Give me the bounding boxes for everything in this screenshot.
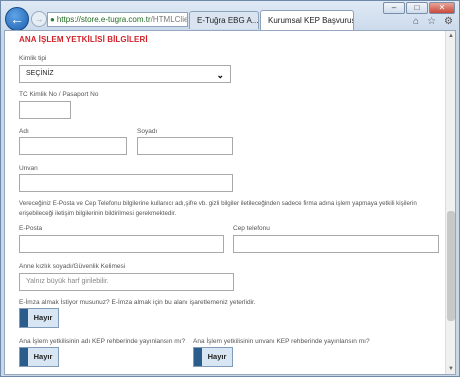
close-button[interactable]: ✕ xyxy=(429,2,455,14)
tab-label: Kurumsal KEP Başvurusu xyxy=(268,16,354,25)
lock-icon: ● xyxy=(50,15,55,24)
vertical-scrollbar[interactable]: ▲ ▼ xyxy=(445,31,455,374)
section-title: ANA İŞLEM YETKİLİSİ BİLGİLERİ xyxy=(19,35,148,44)
first-name-input[interactable] xyxy=(19,137,127,155)
url-host: https://store.e-tugra.com.tr xyxy=(56,15,151,24)
title-label: Unvan xyxy=(19,165,38,172)
browser-window: – □ ✕ ← → ● https://store.e-tugra.com.tr… xyxy=(0,0,460,377)
info-text: Vereceğiniz E-Posta ve Cep Telefonu bilg… xyxy=(19,200,417,217)
back-arrow-icon[interactable]: ← xyxy=(5,7,29,31)
esign-label: E-İmza almak İstiyor musunuz? E-İmza alm… xyxy=(19,299,256,306)
last-name-label: Soyadı xyxy=(137,128,158,135)
url-path: /HTMLClier xyxy=(150,15,188,24)
toggle-knob xyxy=(20,309,28,327)
tab-kep-basvurusu[interactable]: Kurumsal KEP Başvurusu ✕ xyxy=(260,10,354,30)
scroll-down-icon[interactable]: ▼ xyxy=(446,364,455,374)
publish-title-label: Ana İşlem yetkilisinin unvanı KEP rehber… xyxy=(193,338,370,345)
email-label: E-Posta xyxy=(19,225,43,232)
last-name-input[interactable] xyxy=(137,137,233,155)
tc-no-label: TC Kimlik No / Pasaport No xyxy=(19,91,99,98)
scrollbar-thumb[interactable] xyxy=(447,211,455,321)
publish-name-toggle[interactable]: Hayır xyxy=(19,347,59,367)
toggle-knob xyxy=(20,348,28,366)
toggle-label: Hayır xyxy=(28,309,58,327)
toggle-knob xyxy=(194,348,202,366)
favorites-star-icon[interactable]: ☆ xyxy=(427,16,436,27)
address-bar[interactable]: ● https://store.e-tugra.com.tr /HTMLClie… xyxy=(47,12,188,27)
publish-name-label: Ana İşlem yetkilisinin adı KEP rehberind… xyxy=(19,338,186,345)
email-input[interactable] xyxy=(19,235,224,253)
toggle-label: Hayır xyxy=(202,348,232,366)
publish-title-toggle[interactable]: Hayır xyxy=(193,347,233,367)
id-type-value: SEÇİNİZ xyxy=(26,70,54,77)
security-word-input[interactable]: Yalnız büyük harf girilebilir. xyxy=(19,273,234,291)
security-word-label: Anne kızlık soyadı/Güvenlik Kelimesi xyxy=(19,263,126,270)
forward-arrow-icon[interactable]: → xyxy=(31,11,47,27)
mobile-input[interactable] xyxy=(233,235,439,253)
tab-etugra[interactable]: E-Tuğra EBG A... ✕ xyxy=(189,11,259,29)
maximize-button[interactable]: □ xyxy=(406,2,428,14)
gear-icon[interactable]: ⚙ xyxy=(444,16,453,27)
toolbar-icons: ⌂ ☆ ⚙ xyxy=(413,16,453,27)
scroll-up-icon[interactable]: ▲ xyxy=(446,31,455,41)
chevron-down-icon: ⌄ xyxy=(216,70,224,80)
title-input[interactable] xyxy=(19,174,233,192)
mobile-label: Cep telefonu xyxy=(233,225,270,232)
id-type-label: Kimlik tipi xyxy=(19,55,47,62)
home-icon[interactable]: ⌂ xyxy=(413,16,419,27)
minimize-button[interactable]: – xyxy=(383,2,405,14)
first-name-label: Adı xyxy=(19,128,29,135)
page-viewport: ANA İŞLEM YETKİLİSİ BİLGİLERİ Kimlik tip… xyxy=(4,30,456,375)
toggle-label: Hayır xyxy=(28,348,58,366)
tab-label: E-Tuğra EBG A... xyxy=(197,16,259,25)
esign-toggle[interactable]: Hayır xyxy=(19,308,59,328)
id-type-select[interactable]: SEÇİNİZ ⌄ xyxy=(19,65,231,83)
window-controls: – □ ✕ xyxy=(383,2,455,14)
tc-no-input[interactable] xyxy=(19,101,71,119)
